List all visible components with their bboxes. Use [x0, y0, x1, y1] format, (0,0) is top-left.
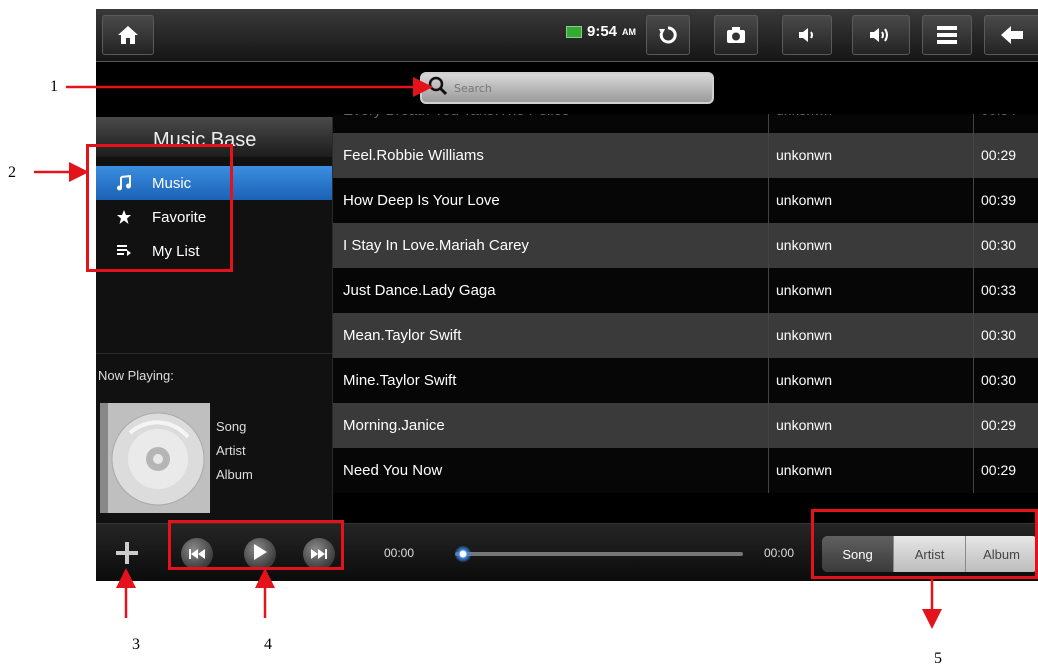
- song-title: Need You Now: [343, 462, 443, 479]
- clock-ampm: AM: [622, 26, 637, 37]
- song-title: Just Dance.Lady Gaga: [343, 282, 496, 299]
- song-title: Mine.Taylor Swift: [343, 372, 457, 389]
- column-divider: [768, 114, 769, 133]
- callout-number-2: 2: [8, 164, 16, 181]
- column-divider: [768, 223, 769, 268]
- current-time: 00:00: [384, 546, 415, 560]
- album-art: [100, 403, 210, 513]
- song-duration: 00:29: [981, 417, 1017, 433]
- column-divider: [768, 403, 769, 448]
- search-box[interactable]: [420, 72, 714, 104]
- song-list: Every Breath You Take.The Police unkonwn…: [333, 114, 1038, 520]
- callout-number-3: 3: [132, 636, 140, 653]
- column-divider: [973, 268, 974, 313]
- volume-up-button[interactable]: [852, 15, 910, 55]
- column-divider: [973, 403, 974, 448]
- song-duration: 00:39: [981, 192, 1017, 208]
- column-divider: [768, 178, 769, 223]
- column-divider: [973, 223, 974, 268]
- callout-number-5: 5: [934, 650, 942, 667]
- home-icon: [117, 25, 139, 45]
- song-title: I Stay In Love.Mariah Carey: [343, 237, 529, 254]
- column-divider: [973, 133, 974, 178]
- song-duration: 00:29: [981, 147, 1017, 163]
- song-duration: 00:33: [981, 282, 1017, 298]
- song-artist: unkonwn: [776, 192, 833, 208]
- table-row[interactable]: Feel.Robbie Williams unkonwn 00:29: [333, 133, 1038, 178]
- callout-box-sidebar: [86, 144, 233, 272]
- now-playing-album: Album: [216, 467, 253, 482]
- callout-box-controls: [168, 520, 344, 570]
- callout-number-4: 4: [264, 636, 272, 653]
- progress-knob[interactable]: [455, 546, 471, 562]
- menu-button[interactable]: [922, 15, 972, 55]
- song-artist: unkonwn: [776, 462, 833, 478]
- clock-time: 9:54: [587, 23, 618, 40]
- table-row[interactable]: How Deep Is Your Love unkonwn 00:39: [333, 178, 1038, 223]
- search-input[interactable]: [452, 80, 696, 96]
- now-playing-artist: Artist: [216, 443, 246, 458]
- song-title: Morning.Janice: [343, 417, 445, 434]
- column-divider: [973, 114, 974, 133]
- table-row[interactable]: Mean.Taylor Swift unkonwn 00:30: [333, 313, 1038, 358]
- menu-icon: [936, 25, 958, 45]
- progress-track[interactable]: [455, 552, 743, 556]
- column-divider: [768, 313, 769, 358]
- table-row[interactable]: I Stay In Love.Mariah Carey unkonwn 00:3…: [333, 223, 1038, 268]
- column-divider: [973, 448, 974, 493]
- back-icon: [1000, 25, 1024, 45]
- add-button[interactable]: [114, 540, 140, 566]
- now-playing-label: Now Playing:: [96, 353, 332, 387]
- home-button[interactable]: [102, 15, 154, 55]
- song-title: Feel.Robbie Williams: [343, 147, 484, 164]
- column-divider: [973, 358, 974, 403]
- volume-down-icon: [797, 26, 817, 44]
- callout-number-1: 1: [50, 78, 58, 95]
- song-duration: 00:30: [981, 327, 1017, 343]
- song-artist: unkonwn: [776, 417, 833, 433]
- volume-down-button[interactable]: [782, 15, 832, 55]
- volume-up-icon: [868, 25, 894, 45]
- song-artist: unkonwn: [776, 327, 833, 343]
- column-divider: [973, 313, 974, 358]
- camera-icon: [726, 26, 746, 44]
- song-duration: 00:30: [981, 372, 1017, 388]
- table-row[interactable]: Mine.Taylor Swift unkonwn 00:30: [333, 358, 1038, 403]
- column-divider: [768, 358, 769, 403]
- song-artist: unkonwn: [776, 372, 833, 388]
- song-title: How Deep Is Your Love: [343, 192, 500, 209]
- song-artist: unkonwn: [776, 147, 833, 163]
- song-title: Every Breath You Take.The Police: [343, 114, 763, 133]
- song-duration: 00:29: [981, 462, 1017, 478]
- refresh-icon: [658, 25, 678, 45]
- table-row[interactable]: Every Breath You Take.The Police unkonwn…: [333, 114, 1038, 133]
- table-row[interactable]: Morning.Janice unkonwn 00:29: [333, 403, 1038, 448]
- column-divider: [768, 448, 769, 493]
- refresh-button[interactable]: [646, 15, 690, 55]
- column-divider: [768, 133, 769, 178]
- battery-icon: [566, 25, 582, 38]
- table-row[interactable]: Just Dance.Lady Gaga unkonwn 00:33: [333, 268, 1038, 313]
- song-artist: unkonwn: [776, 114, 956, 133]
- now-playing-song: Song: [216, 419, 247, 434]
- tablet-screen: 9:54 AM Search Music Base Music Favorite…: [96, 9, 1038, 581]
- song-duration: 00:30: [981, 237, 1017, 253]
- status-bar: 9:54 AM: [96, 9, 1038, 62]
- column-divider: [973, 178, 974, 223]
- back-button[interactable]: [984, 15, 1038, 55]
- song-artist: unkonwn: [776, 237, 833, 253]
- search-icon: [428, 76, 448, 100]
- total-time: 00:00: [764, 546, 795, 560]
- song-duration: 00:34: [981, 114, 1038, 133]
- table-row[interactable]: Need You Now unkonwn 00:29: [333, 448, 1038, 493]
- search-row: [96, 62, 1038, 114]
- column-divider: [768, 268, 769, 313]
- song-artist: unkonwn: [776, 282, 833, 298]
- plus-icon: [114, 542, 140, 570]
- callout-box-sort: [811, 509, 1038, 579]
- status-clock: 9:54 AM: [566, 23, 636, 40]
- screenshot-button[interactable]: [714, 15, 758, 55]
- song-title: Mean.Taylor Swift: [343, 327, 462, 344]
